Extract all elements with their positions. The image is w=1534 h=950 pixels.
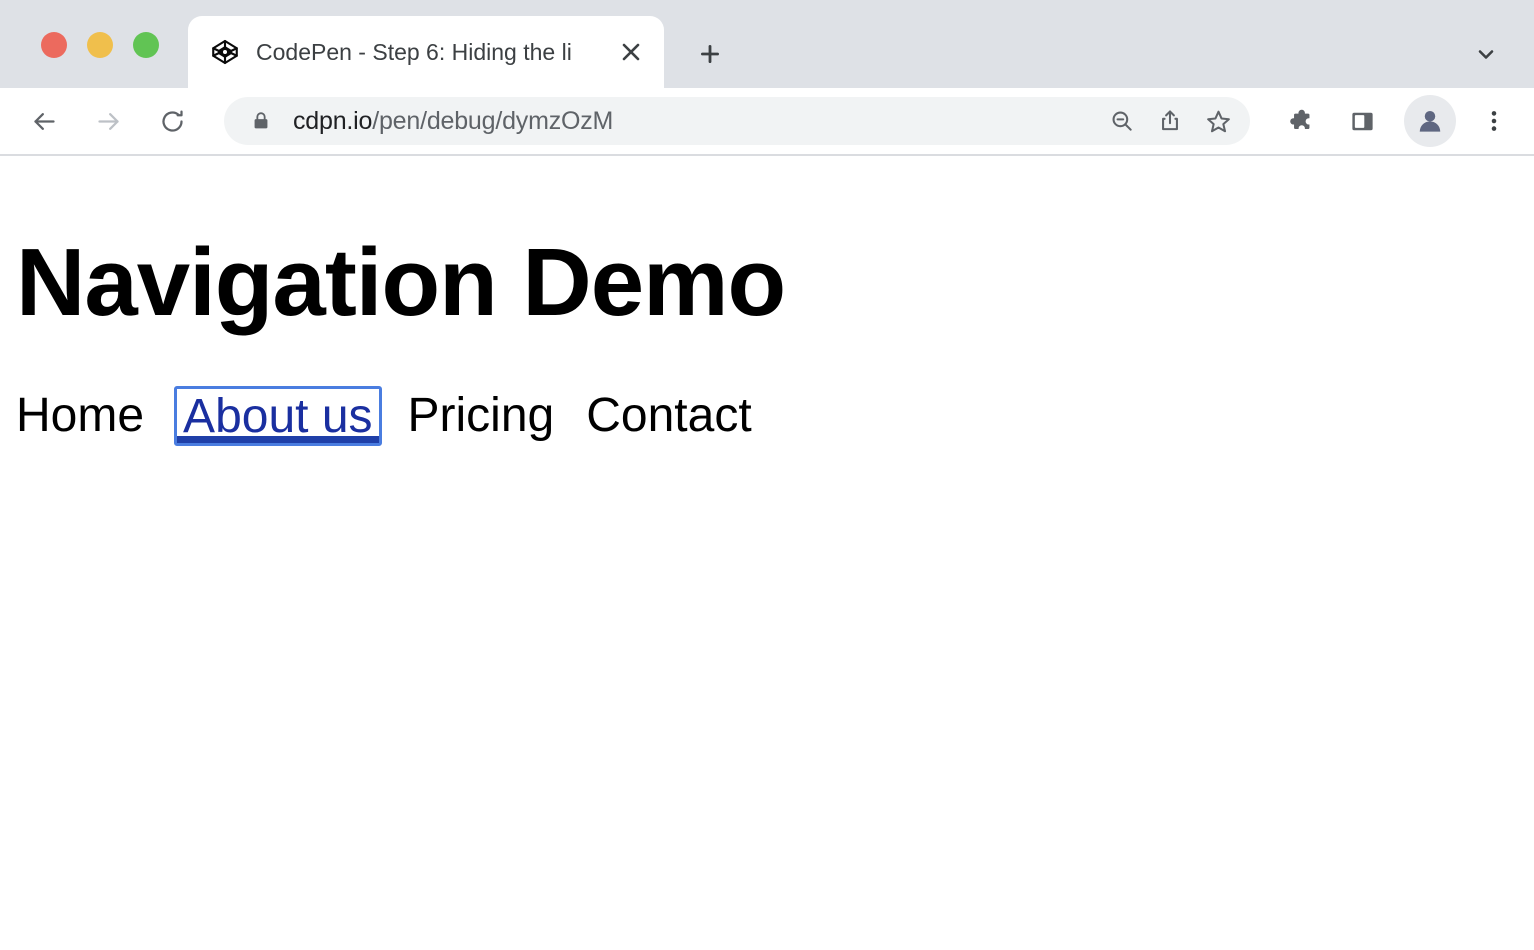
page-content: Navigation Demo Home About us Pricing Co… <box>0 156 1534 950</box>
demo-navigation: Home About us Pricing Contact <box>16 386 784 446</box>
new-tab-button[interactable] <box>684 28 736 80</box>
share-icon[interactable] <box>1146 97 1194 145</box>
lock-icon <box>250 110 272 132</box>
close-window-button[interactable] <box>41 32 67 58</box>
close-tab-button[interactable] <box>608 29 654 75</box>
address-bar[interactable]: cdpn.io/pen/debug/dymzOzM <box>224 97 1250 145</box>
window-controls <box>41 32 159 58</box>
forward-button <box>84 97 132 145</box>
minimize-window-button[interactable] <box>87 32 113 58</box>
tab-strip: CodePen - Step 6: Hiding the li <box>0 0 1534 88</box>
url-host: cdpn.io <box>293 107 372 135</box>
address-bar-text: cdpn.io/pen/debug/dymzOzM <box>293 107 1098 136</box>
page-title: Navigation Demo <box>16 235 785 331</box>
browser-window: CodePen - Step 6: Hiding the li <box>0 0 1534 950</box>
reload-button[interactable] <box>148 97 196 145</box>
maximize-window-button[interactable] <box>133 32 159 58</box>
nav-link-about-us[interactable]: About us <box>174 386 381 446</box>
nav-link-home[interactable]: Home <box>16 390 144 442</box>
nav-link-contact[interactable]: Contact <box>586 390 751 442</box>
extensions-icon[interactable] <box>1276 97 1324 145</box>
browser-tab-active[interactable]: CodePen - Step 6: Hiding the li <box>188 16 664 88</box>
tab-title: CodePen - Step 6: Hiding the li <box>256 37 608 67</box>
codepen-logo-icon <box>210 37 240 67</box>
browser-toolbar: cdpn.io/pen/debug/dymzOzM <box>0 88 1534 156</box>
back-button[interactable] <box>20 97 68 145</box>
browser-menu-button[interactable] <box>1470 97 1518 145</box>
side-panel-icon[interactable] <box>1338 97 1386 145</box>
chevron-down-icon[interactable] <box>1460 28 1512 80</box>
url-path: /pen/debug/dymzOzM <box>372 107 613 135</box>
zoom-out-icon[interactable] <box>1098 97 1146 145</box>
avatar[interactable] <box>1404 95 1456 147</box>
bookmark-star-icon[interactable] <box>1194 97 1242 145</box>
nav-link-pricing[interactable]: Pricing <box>408 390 555 442</box>
